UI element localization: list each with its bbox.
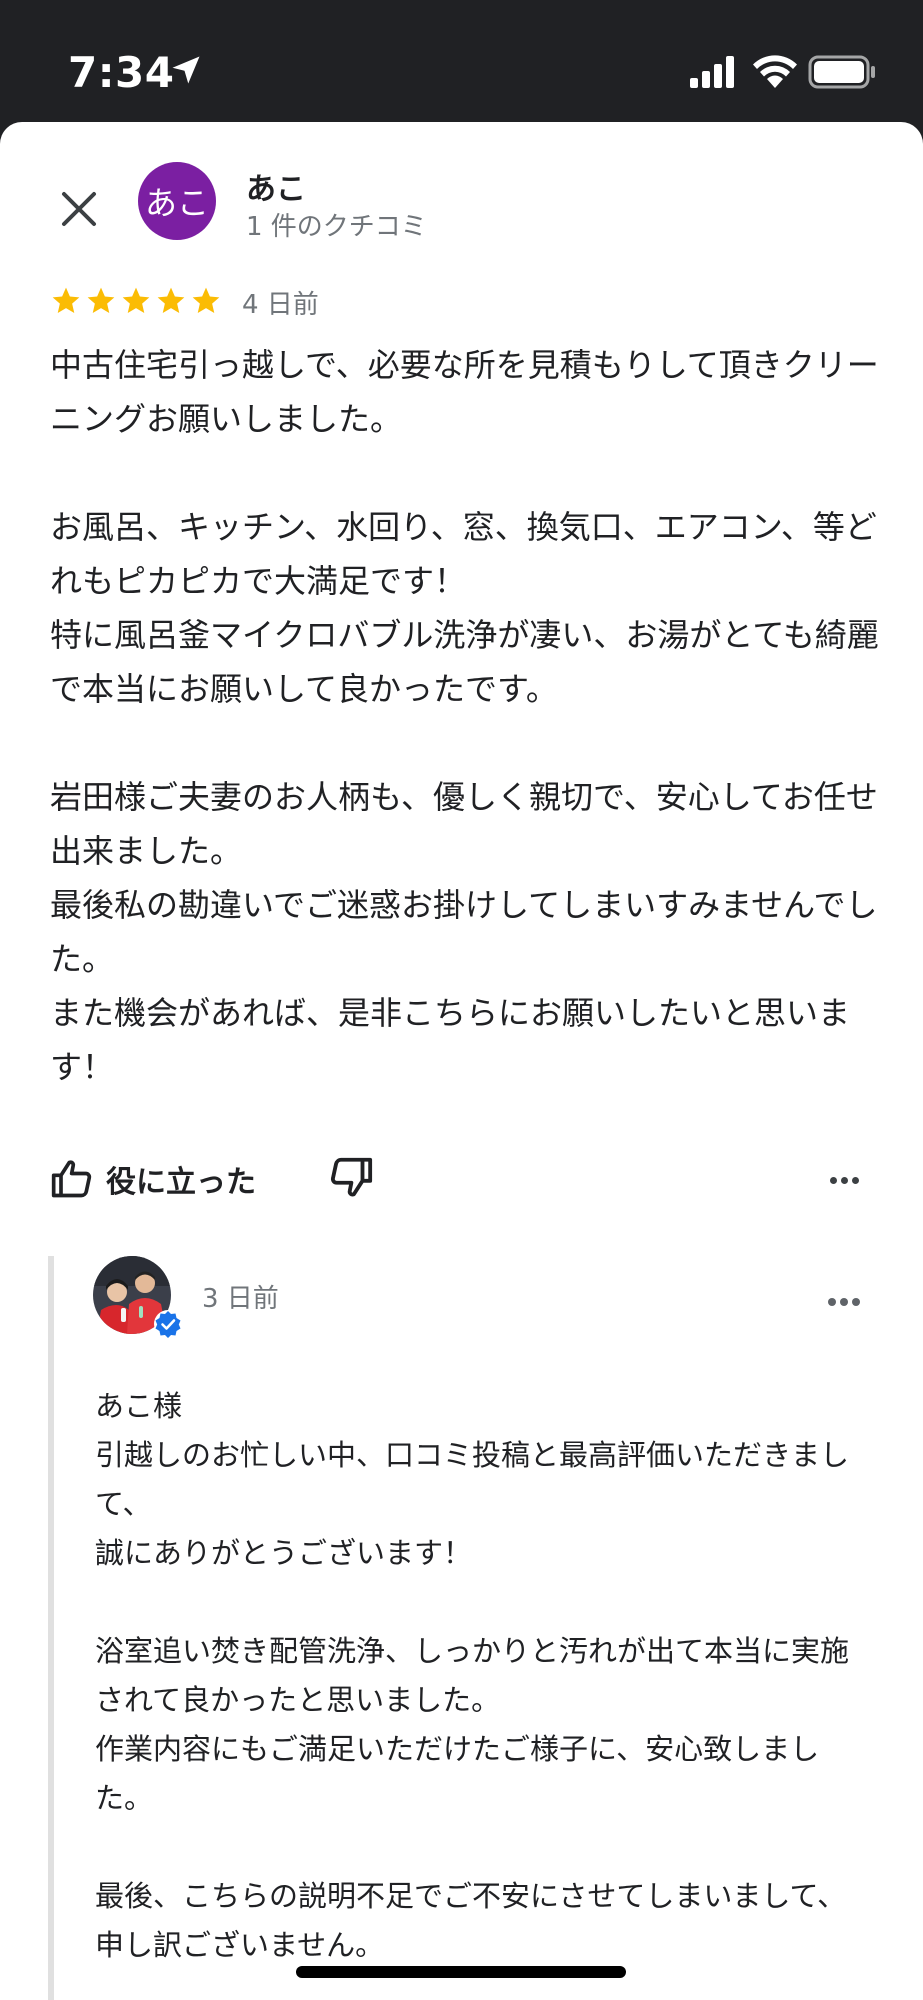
- more-dot: [851, 1176, 859, 1184]
- location-arrow-icon: [172, 56, 200, 84]
- not-helpful-button[interactable]: [328, 1154, 380, 1206]
- more-dots-icon: [829, 1176, 837, 1184]
- wifi-icon: [753, 55, 797, 88]
- review-more-button[interactable]: [822, 1160, 866, 1200]
- battery-icon: [808, 55, 875, 89]
- home-indicator[interactable]: [296, 1966, 626, 1978]
- star-icon: [192, 287, 220, 313]
- more-dot: [840, 1298, 848, 1306]
- star-icon: [52, 287, 80, 313]
- helpful-button[interactable]: 役に立った: [50, 1151, 256, 1207]
- verified-badge-icon: [154, 1310, 182, 1338]
- star-icon: [122, 287, 150, 313]
- star-icon: [157, 287, 185, 313]
- thumbs-up-icon: [51, 1160, 92, 1198]
- review-sheet: あこ あこ 1 件のクチコミ 4 日前 中古住宅引っ越しで、必要な所を見積もりし…: [0, 122, 923, 2000]
- reply-more-button[interactable]: [822, 1282, 866, 1322]
- more-dot: [852, 1298, 860, 1306]
- reviewer-name[interactable]: あこ: [246, 164, 306, 208]
- owner-reply-text: あこ様 引越しのお忙しい中、口コミ投稿と最高評価いただきまして、 誠にありがとう…: [95, 1389, 850, 1962]
- helpful-label: 役に立った: [106, 1165, 256, 1200]
- star-rating: [50, 285, 222, 319]
- status-time: 7:34: [68, 48, 175, 97]
- review-text: 中古住宅引っ越しで、必要な所を見積もりして頂きクリーニングお願いしました。 お風…: [50, 346, 879, 1086]
- close-icon: [62, 192, 96, 226]
- status-bar: 7:34: [0, 0, 923, 122]
- reviewer-review-count: 1 件のクチコミ: [246, 212, 427, 242]
- more-dot: [840, 1176, 848, 1184]
- more-dots-icon: [828, 1298, 836, 1306]
- review-date: 4 日前: [242, 290, 319, 320]
- close-button[interactable]: [44, 174, 114, 244]
- star-icon: [87, 287, 115, 313]
- reply-date: 3 日前: [202, 1284, 279, 1314]
- thumbs-down-icon: [330, 1157, 373, 1197]
- reply-divider: [48, 1256, 54, 2000]
- cellular-signal-icon: [690, 56, 734, 88]
- reviewer-avatar[interactable]: あこ: [138, 162, 216, 240]
